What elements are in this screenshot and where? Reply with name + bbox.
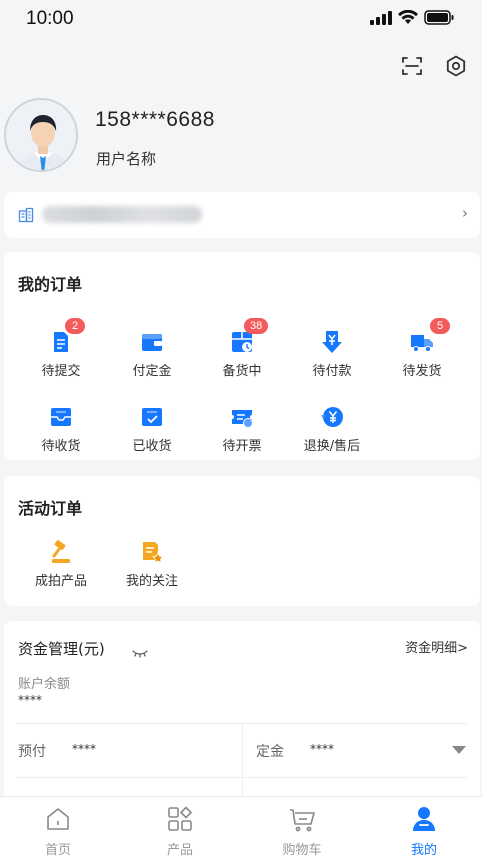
divider [16, 777, 468, 778]
deposit-label: 定金 [256, 744, 284, 760]
funds-detail-link[interactable]: 资金明细> [405, 637, 468, 656]
activity-orders-card: 活动订单 成拍产品 我的关注 [4, 476, 480, 606]
building-icon [18, 207, 34, 227]
bottom-tab-bar: 首页 产品 购物车 我的 [0, 796, 482, 862]
badge-count: 5 [430, 318, 450, 334]
ticket-icon [230, 405, 254, 429]
home-icon [47, 808, 69, 830]
document-icon: 2 [49, 318, 85, 354]
badge-count: 38 [244, 318, 269, 334]
avatar[interactable] [4, 98, 78, 172]
doc-star-icon [140, 540, 164, 564]
order-pending-invoice[interactable]: 待开票 [207, 405, 277, 454]
truck-icon: 5 [410, 318, 450, 354]
signal-icon [370, 10, 392, 25]
order-pending-payment[interactable]: 待付款 [297, 330, 367, 379]
wifi-icon [398, 10, 418, 24]
order-pending-shipment[interactable]: 5 待发货 [387, 318, 457, 379]
profile-header: 158****6688 用户名称 [0, 90, 482, 185]
tab-home[interactable]: 首页 [18, 805, 98, 858]
user-icon [413, 807, 435, 831]
tab-cart[interactable]: 购物车 [262, 805, 342, 858]
order-pending-submit[interactable]: 2 待提交 [26, 318, 96, 379]
yen-download-icon [320, 330, 344, 354]
activity-won-auctions[interactable]: 成拍产品 [26, 540, 96, 589]
cart-icon [290, 809, 315, 832]
prepay-label: 预付 [18, 744, 46, 760]
activity-orders-title: 活动订单 [18, 499, 83, 518]
order-return-aftersale[interactable]: 退换/售后 [297, 405, 367, 454]
tab-mine[interactable]: 我的 [384, 805, 464, 858]
company-row[interactable]: › [4, 192, 480, 238]
eye-closed-icon[interactable] [132, 643, 148, 662]
box-clock-icon: 38 [230, 318, 269, 354]
inbox-check-icon [140, 405, 164, 429]
status-bar: 10:00 [0, 0, 482, 40]
order-pending-receipt[interactable]: 待收货 [26, 405, 96, 454]
my-orders-title: 我的订单 [18, 275, 83, 294]
wallet-icon [140, 330, 164, 354]
balance-value: **** [18, 693, 42, 707]
status-time: 10:00 [26, 8, 74, 29]
activity-my-follows[interactable]: 我的关注 [117, 540, 187, 589]
order-received[interactable]: 已收货 [117, 405, 187, 454]
gavel-icon [49, 540, 73, 564]
scan-icon[interactable] [400, 54, 424, 78]
grid-icon [168, 806, 193, 831]
inbox-icon [49, 405, 73, 429]
settings-icon[interactable] [444, 54, 468, 78]
company-name-blurred [42, 206, 202, 223]
yen-refund-icon [320, 405, 344, 429]
my-orders-card: 我的订单 2 待提交 付定金 38 备货中 待付款 5 待发货 待收货 已收货 … [4, 252, 480, 460]
order-preparing[interactable]: 38 备货中 [207, 318, 277, 379]
battery-icon [424, 10, 454, 25]
tab-products[interactable]: 产品 [140, 805, 220, 858]
user-phone: 158****6688 [95, 108, 215, 131]
balance-label: 账户余额 [18, 677, 71, 692]
user-name: 用户名称 [96, 150, 157, 168]
prepay-value: **** [72, 742, 96, 756]
chevron-right-icon: › [462, 204, 468, 222]
deposit-value: **** [310, 742, 334, 756]
order-pay-deposit[interactable]: 付定金 [117, 330, 187, 379]
badge-count: 2 [65, 318, 85, 334]
expand-down-icon[interactable] [452, 746, 466, 754]
funds-title: 资金管理(元) [18, 640, 105, 658]
